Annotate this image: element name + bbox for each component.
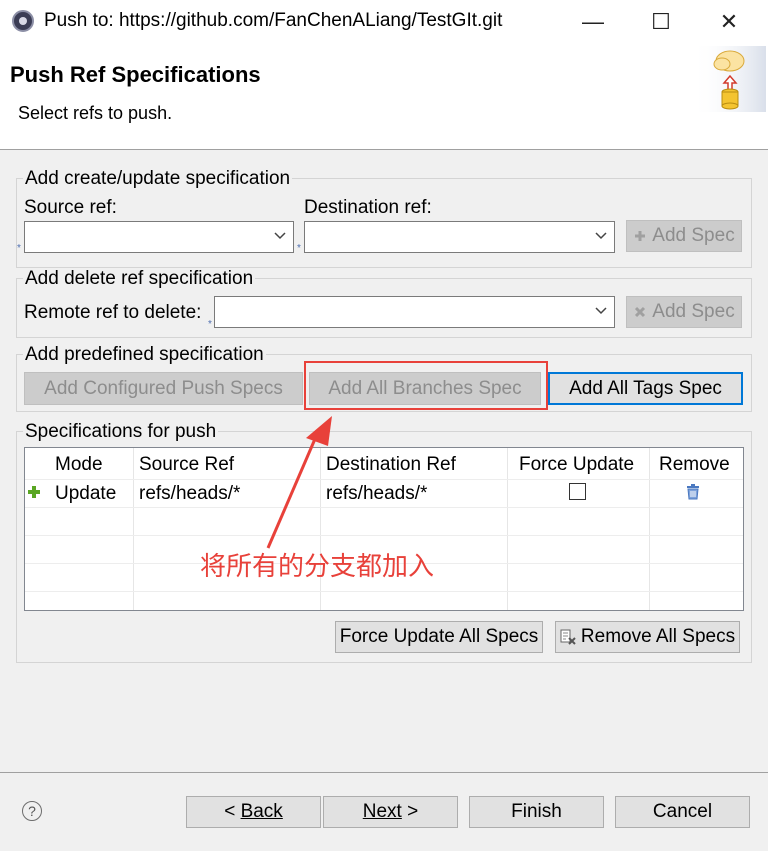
next-label: Next [362,801,402,822]
back-prefix: < [224,801,241,822]
annotation-text: 将所有的分支都加入 [200,552,435,582]
back-button[interactable]: < Back [186,796,321,828]
footer-separator [0,772,768,773]
next-button[interactable]: Next > [323,796,458,828]
cancel-button[interactable]: Cancel [615,796,750,828]
next-suffix: > [401,801,419,822]
back-label: Back [240,801,283,822]
finish-button[interactable]: Finish [469,796,604,828]
annotation-arrow [266,416,332,549]
finish-label: Finish [511,801,562,822]
help-icon[interactable]: ? [22,801,42,821]
